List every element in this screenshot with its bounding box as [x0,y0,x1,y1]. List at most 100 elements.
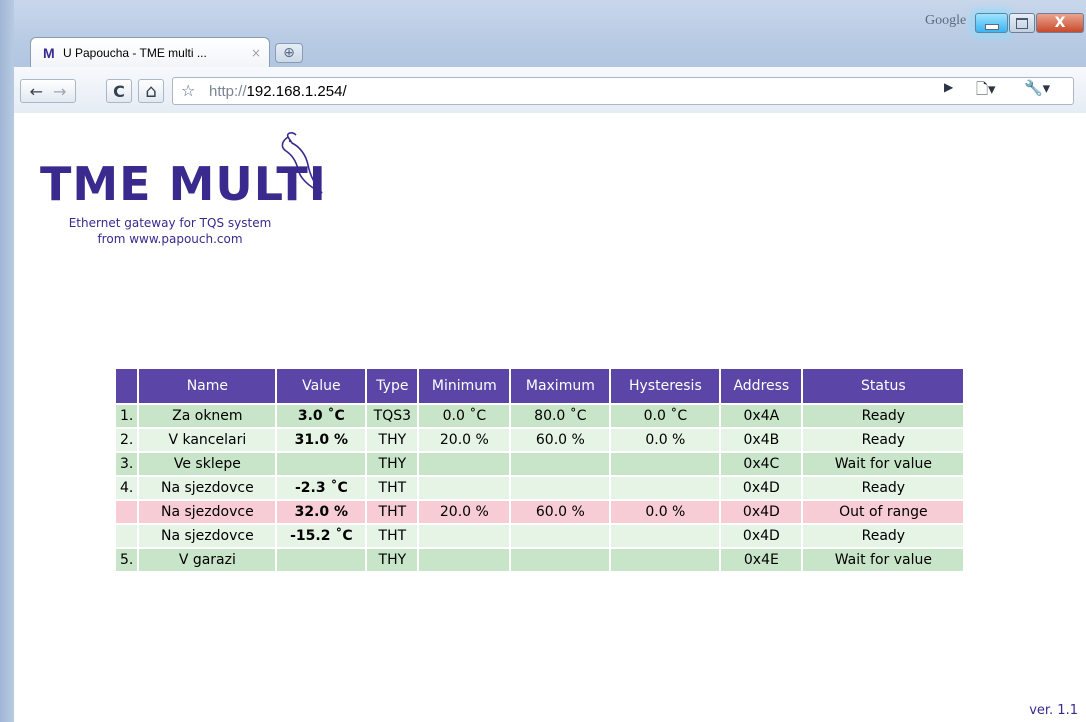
logo-wordmark: TME MULTI [40,157,327,211]
col-header-hysteresis: Hysteresis [611,369,720,403]
cell-hysteresis [611,477,720,499]
close-icon: X [1054,15,1066,31]
bookmark-star-icon[interactable]: ☆ [181,81,195,100]
cell-maximum [511,477,610,499]
cell-hysteresis [611,453,720,475]
cell-minimum [419,453,510,475]
maximize-button[interactable] [1009,13,1035,33]
cell-hysteresis [611,525,720,547]
cell-maximum [511,549,610,571]
cell-index: 3. [116,453,138,475]
cell-name: Na sjezdovce [139,501,276,523]
cell-type: THT [367,501,418,523]
reload-button[interactable]: C [106,79,132,103]
cell-status: Ready [803,405,964,427]
cell-minimum [419,525,510,547]
cell-hysteresis: 0.0 ˚C [611,405,720,427]
col-header-address: Address [721,369,802,403]
cell-type: THY [367,429,418,451]
logo-subtitle-line1: Ethernet gateway for TQS system [68,216,272,230]
table-row: Na sjezdovce -15.2 ˚C THT 0x4D Ready [116,525,964,547]
url-text[interactable]: http://192.168.1.254/ [209,83,347,100]
logo-subtitle-line2: from www.papouch.com [97,232,243,246]
minimize-button[interactable] [975,13,1008,33]
new-tab-button[interactable]: ⊕ [275,43,303,63]
table-row: 2. V kancelari 31.0 % THY 20.0 % 60.0 % 0.0 % 0… [116,429,964,451]
cell-type: TQS3 [367,405,418,427]
maximize-icon [1016,17,1028,29]
home-icon: ⌂ [145,80,157,102]
back-arrow-icon[interactable]: ← [30,82,43,101]
cell-maximum: 60.0 % [511,501,610,523]
cell-index [116,525,138,547]
new-tab-icon: ⊕ [283,45,295,61]
col-header-minimum: Minimum [419,369,510,403]
cell-hysteresis: 0.0 % [611,429,720,451]
cell-name: V kancelari [139,429,276,451]
cell-address: 0x4A [721,405,802,427]
cell-index: 5. [116,549,138,571]
cell-hysteresis: 0.0 % [611,501,720,523]
cell-maximum [511,453,610,475]
title-bar: Google X [0,0,1086,36]
minimize-icon [984,23,999,30]
cell-index: 4. [116,477,138,499]
url-scheme: http:// [209,83,247,100]
home-button[interactable]: ⌂ [138,79,164,103]
cell-name: Na sjezdovce [139,525,276,547]
back-forward-group[interactable]: ← → [20,79,76,103]
cell-value: -15.2 ˚C [277,525,366,547]
sensor-table-body: 1. Za oknem 3.0 ˚C TQS3 0.0 ˚C 80.0 ˚C 0.0 ˚C 0… [116,405,964,571]
close-window-button[interactable]: X [1036,13,1084,33]
wrench-menu-icon[interactable]: 🔧▾ [1024,79,1050,97]
cell-name: V garazi [139,549,276,571]
go-icon[interactable]: ▶ [944,80,953,94]
tab-title: U Papoucha - TME multi ... [63,46,207,60]
col-header-status: Status [803,369,964,403]
address-bar[interactable]: ☆ http://192.168.1.254/ [172,77,1074,105]
table-row: 1. Za oknem 3.0 ˚C TQS3 0.0 ˚C 80.0 ˚C 0.0 ˚C 0… [116,405,964,427]
cell-address: 0x4E [721,549,802,571]
col-header-maximum: Maximum [511,369,610,403]
tab-active[interactable]: M U Papoucha - TME multi ... × [30,37,270,67]
page-content: TME MULTI Ethernet gateway for TQS syste… [14,113,1086,722]
cell-minimum: 0.0 ˚C [419,405,510,427]
cell-maximum [511,525,610,547]
cell-value: 32.0 % [277,501,366,523]
cell-maximum: 80.0 ˚C [511,405,610,427]
window-left-edge [0,0,14,722]
cell-status: Wait for value [803,453,964,475]
forward-arrow-icon[interactable]: → [53,82,66,101]
cell-maximum: 60.0 % [511,429,610,451]
col-header-value: Value [277,369,366,403]
browser-window: Google X M U Papoucha - TME multi ... × … [0,0,1086,722]
cell-index [116,501,138,523]
cell-value: 3.0 ˚C [277,405,366,427]
cell-minimum: 20.0 % [419,429,510,451]
cell-status: Ready [803,525,964,547]
cell-index: 2. [116,429,138,451]
cell-value: -2.3 ˚C [277,477,366,499]
col-header-index [116,369,138,403]
url-host: 192.168.1.254/ [246,83,347,100]
cell-address: 0x4D [721,501,802,523]
cell-type: THT [367,477,418,499]
table-header-row: Name Value Type Minimum Maximum Hysteres… [116,369,964,403]
page-menu-icon[interactable]: 🗋▾ [976,79,996,104]
col-header-type: Type [367,369,418,403]
cell-minimum [419,477,510,499]
cell-address: 0x4D [721,477,802,499]
cell-type: THY [367,549,418,571]
cell-status: Ready [803,429,964,451]
table-row: 5. V garazi THY 0x4E Wait for value [116,549,964,571]
cell-value [277,453,366,475]
table-row: 3. Ve sklepe THY 0x4C Wait for value [116,453,964,475]
cell-status: Out of range [803,501,964,523]
browser-toolbar: ← → C ⌂ ☆ http://192.168.1.254/ ▶ 🗋▾ 🔧▾ [14,67,1086,114]
tab-close-icon[interactable]: × [251,46,261,60]
cell-type: THT [367,525,418,547]
col-header-name: Name [139,369,276,403]
cell-address: 0x4D [721,525,802,547]
sensor-table: Name Value Type Minimum Maximum Hysteres… [114,367,965,573]
cell-status: Wait for value [803,549,964,571]
